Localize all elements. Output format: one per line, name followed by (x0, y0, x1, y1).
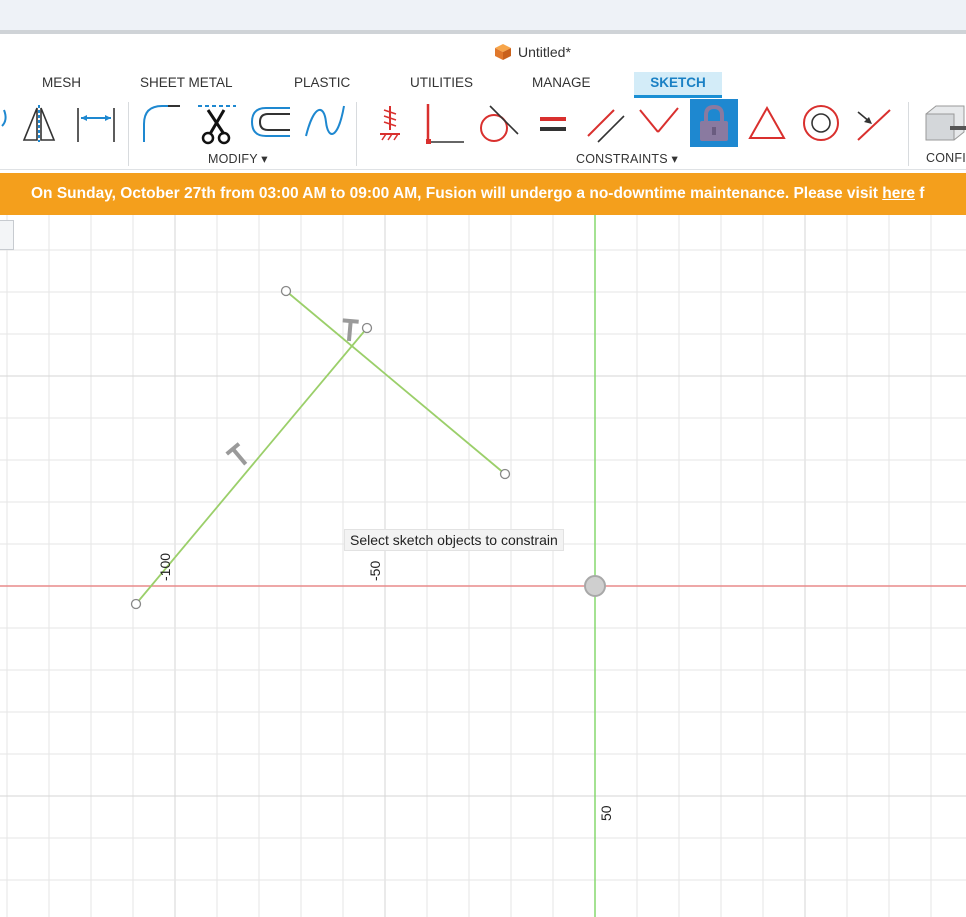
toolbar-separator (128, 102, 129, 166)
sketch-toolbar: MODIFY ▾ CONSTRAINTS ▾ CONFI (0, 98, 966, 170)
constrain-tooltip: Select sketch objects to constrain (344, 529, 564, 551)
maintenance-banner: On Sunday, October 27th from 03:00 AM to… (0, 173, 966, 215)
tab-mesh[interactable]: MESH (42, 72, 81, 98)
fusion-window: Untitled* MESH SHEET METAL PLASTIC UTILI… (0, 0, 966, 917)
toolbar-separator (356, 102, 357, 166)
fillet-icon[interactable] (138, 100, 184, 146)
constraints-group-label[interactable]: CONSTRAINTS ▾ (576, 151, 678, 166)
sketch-line-1[interactable] (285, 290, 506, 475)
banner-text: On Sunday, October 27th from 03:00 AM to… (31, 185, 883, 202)
trim-icon[interactable] (194, 100, 240, 146)
origin-point[interactable] (584, 575, 606, 597)
tab-sketch[interactable]: SKETCH (634, 72, 722, 98)
toolbar-separator (908, 102, 909, 166)
mirror-icon[interactable] (16, 100, 62, 146)
equal-icon[interactable] (530, 100, 576, 146)
axis-label-neg50: -50 (367, 560, 383, 581)
sketch-endpoint[interactable] (130, 598, 142, 610)
sketch-endpoint[interactable] (280, 285, 292, 297)
tab-plastic[interactable]: PLASTIC (294, 72, 350, 98)
banner-tail: f (914, 185, 925, 202)
sketch-viewport[interactable] (0, 215, 966, 917)
document-title-bar: Untitled* (0, 34, 966, 72)
tab-sheet-metal[interactable]: SHEET METAL (140, 72, 233, 98)
sketch-endpoint[interactable] (499, 468, 511, 480)
perpendicular-icon[interactable] (420, 100, 466, 146)
concentric-icon[interactable] (798, 100, 844, 146)
tab-manage[interactable]: MANAGE (532, 72, 591, 98)
document-title[interactable]: Untitled* (518, 44, 571, 60)
triangle-icon[interactable] (744, 100, 790, 146)
tangent-icon[interactable] (474, 100, 520, 146)
browser-panel-stub[interactable] (0, 220, 14, 250)
parallel-icon[interactable] (584, 100, 630, 146)
dimension-icon[interactable] (72, 100, 118, 146)
offset-icon[interactable] (248, 100, 294, 146)
workspace-tabs: MESH SHEET METAL PLASTIC UTILITIES MANAG… (0, 72, 966, 98)
lock-icon[interactable] (690, 99, 738, 147)
sketch-canvas[interactable]: Select sketch objects to constrain -100 … (0, 215, 966, 917)
constraint-glyph-icon[interactable] (225, 442, 251, 469)
collinear-icon[interactable] (636, 100, 682, 146)
tab-utilities[interactable]: UTILITIES (410, 72, 473, 98)
configure-box-icon[interactable] (920, 100, 966, 146)
spline-icon[interactable] (302, 100, 348, 146)
grid (0, 215, 966, 917)
browser-top-strip (0, 0, 966, 31)
axis-label-50: 50 (598, 805, 614, 821)
partial-tool-icon[interactable] (0, 100, 10, 146)
axis-label-neg100: -100 (157, 552, 173, 581)
configure-group-label[interactable]: CONFI (926, 151, 966, 165)
document-cube-icon (495, 44, 511, 60)
fix-icon[interactable] (368, 100, 414, 146)
sketch-endpoint[interactable] (361, 322, 373, 334)
banner-link[interactable]: here (882, 185, 915, 202)
midpoint-icon[interactable] (850, 100, 896, 146)
modify-group-label[interactable]: MODIFY ▾ (208, 151, 268, 166)
